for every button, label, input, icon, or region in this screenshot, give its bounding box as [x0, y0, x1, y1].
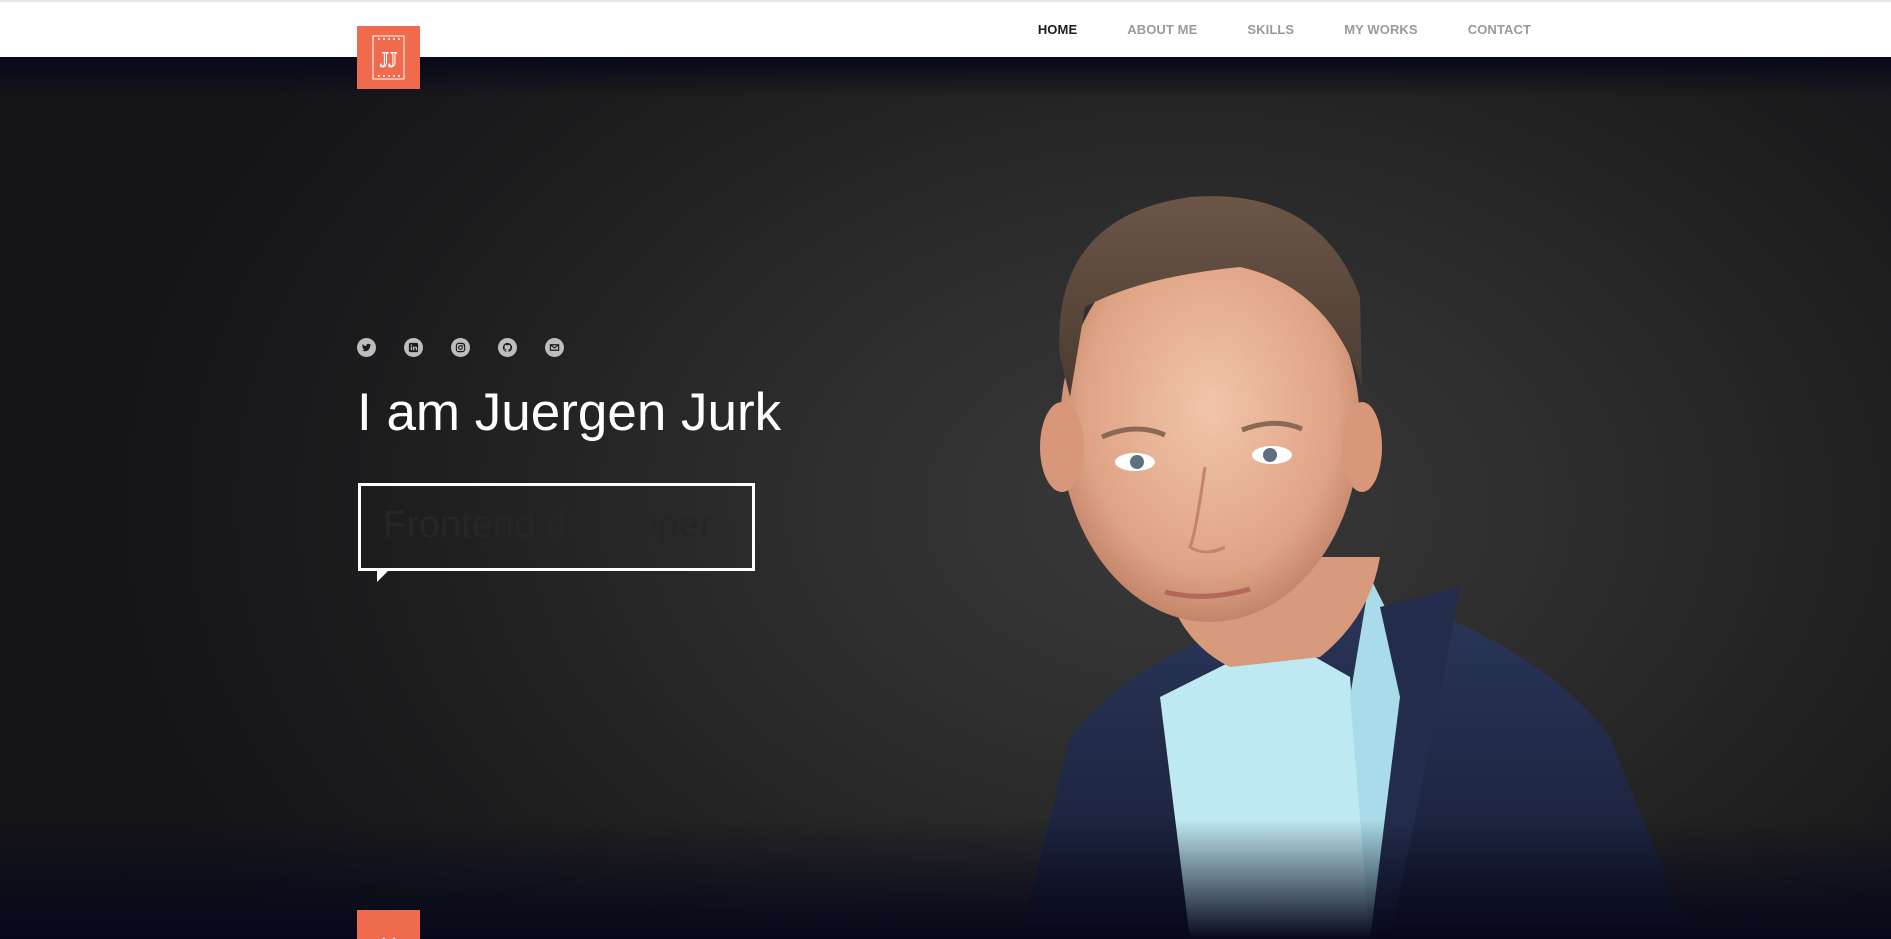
main-nav: HOME ABOUT ME SKILLS MY WORKS CONTACT: [988, 2, 1531, 57]
chevron-down-icon: [382, 937, 395, 939]
profile-photo: [1020, 196, 1690, 939]
role-text: Frontend developer: [383, 504, 713, 546]
linkedin-icon[interactable]: [404, 338, 423, 357]
logo[interactable]: JJ: [357, 26, 420, 89]
nav-contact[interactable]: CONTACT: [1468, 22, 1531, 37]
scroll-down-button[interactable]: [357, 910, 420, 939]
gmail-icon[interactable]: [545, 338, 564, 357]
social-links: [357, 338, 564, 357]
twitter-icon[interactable]: [357, 338, 376, 357]
github-icon[interactable]: [498, 338, 517, 357]
nav-skills[interactable]: SKILLS: [1247, 22, 1294, 37]
role-speech-bubble: Frontend developer: [358, 483, 755, 582]
instagram-icon[interactable]: [451, 338, 470, 357]
logo-mark: JJ: [372, 35, 405, 80]
logo-text: JJ: [380, 47, 398, 72]
hero-title: I am Juergen Jurk: [357, 383, 782, 442]
nav-about-me[interactable]: ABOUT ME: [1127, 22, 1197, 37]
site-header: HOME ABOUT ME SKILLS MY WORKS CONTACT: [0, 2, 1891, 57]
nav-my-works[interactable]: MY WORKS: [1344, 22, 1418, 37]
nav-home[interactable]: HOME: [1038, 22, 1077, 37]
speech-bubble-tail: [377, 568, 391, 582]
hero-section: I am Juergen Jurk Frontend developer: [0, 57, 1891, 939]
